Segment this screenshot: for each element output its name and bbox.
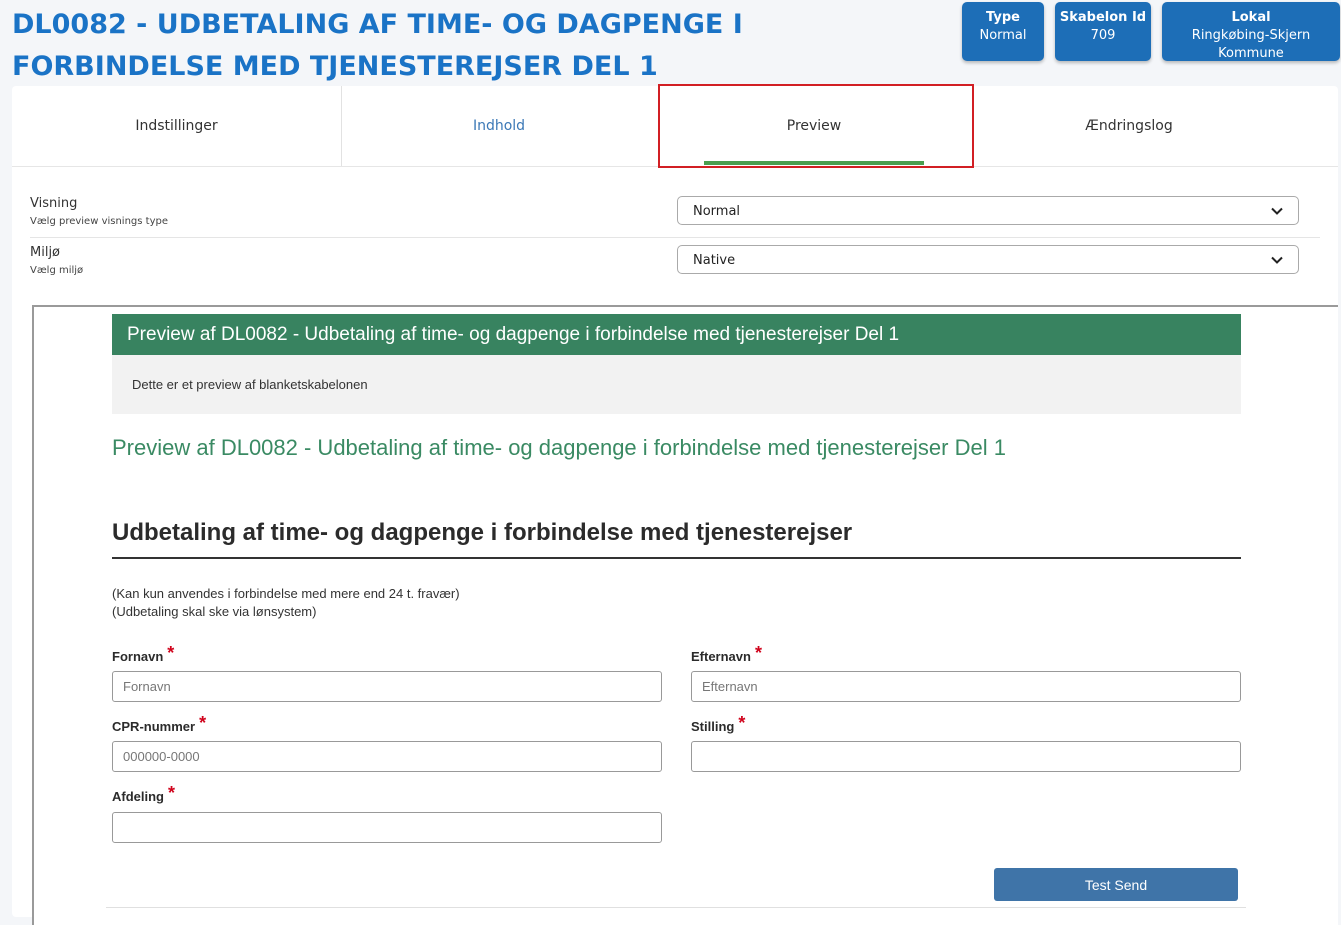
page-title: DL0082 - UDBETALING AF TIME- OG DAGPENGE… (12, 9, 743, 82)
required-marker: * (754, 643, 762, 663)
tab-indstillinger[interactable]: Indstillinger (12, 86, 341, 166)
visning-sublabel: Vælg preview visnings type (30, 216, 168, 227)
local-badge-label: Lokal (1231, 10, 1271, 25)
required-marker: * (199, 713, 207, 733)
miljo-select-value: Native (693, 253, 736, 268)
stilling-label: Stilling * (691, 713, 746, 736)
afdeling-label: Afdeling * (112, 783, 176, 806)
tab-aendringslog[interactable]: Ændringslog (972, 86, 1286, 166)
template-id-badge-label: Skabelon Id (1059, 10, 1147, 25)
afdeling-label-text: Afdeling (112, 789, 164, 804)
preview-subtitle: Preview af DL0082 - Udbetaling af time- … (112, 435, 1006, 460)
afdeling-input[interactable] (112, 812, 662, 843)
required-marker: * (167, 643, 175, 663)
form-bottom-divider (106, 907, 1246, 908)
cpr-label: CPR-nummer * (112, 713, 207, 736)
cpr-label-text: CPR-nummer (112, 719, 196, 734)
stilling-label-text: Stilling (691, 719, 735, 734)
info-line: (Kan kun anvendes i forbindelse med mere… (112, 586, 460, 601)
miljo-label: Miljø (30, 245, 61, 260)
visning-label: Visning (30, 196, 78, 211)
test-send-button[interactable]: Test Send (994, 868, 1238, 901)
miljo-select[interactable]: Native (677, 245, 1299, 274)
cpr-input[interactable] (112, 741, 662, 772)
fornavn-label-text: Fornavn (112, 649, 164, 664)
efternavn-label: Efternavn * (691, 643, 762, 666)
template-id-badge: Skabelon Id 709 (1055, 2, 1151, 61)
efternavn-input[interactable] (691, 671, 1241, 702)
type-badge-value: Normal (979, 28, 1027, 43)
preview-note: Dette er et preview af blanketskabelonen (112, 355, 1241, 414)
active-tab-highlight (658, 84, 974, 168)
fornavn-input[interactable] (112, 671, 662, 702)
info-line: (Udbetaling skal ske via lønsystem) (112, 604, 317, 619)
visning-select-value: Normal (693, 204, 741, 219)
required-marker: * (738, 713, 746, 733)
preview-header: Preview af DL0082 - Udbetaling af time- … (112, 314, 1241, 355)
type-badge-label: Type (986, 10, 1020, 25)
required-marker: * (168, 783, 176, 803)
main-card: Indstillinger Indhold Preview Ændringslo… (12, 84, 1338, 925)
efternavn-label-text: Efternavn (691, 649, 751, 664)
visning-select[interactable]: Normal (677, 196, 1299, 225)
miljo-sublabel: Vælg miljø (30, 265, 84, 276)
local-badge-value: Ringkøbing-Skjern Kommune (1191, 28, 1311, 61)
chevron-down-icon (1271, 256, 1283, 264)
tab-bar: Indstillinger Indhold Preview Ændringslo… (12, 84, 1338, 168)
template-id-badge-value: 709 (1090, 28, 1116, 43)
preview-frame: Preview af DL0082 - Udbetaling af time- … (32, 305, 1338, 925)
type-badge: Type Normal (962, 2, 1044, 61)
tab-indhold[interactable]: Indhold (342, 86, 656, 166)
chevron-down-icon (1271, 207, 1283, 215)
settings-divider (30, 237, 1320, 238)
local-badge: Lokal Ringkøbing-Skjern Kommune (1162, 2, 1340, 61)
form-title: Udbetaling af time- og dagpenge i forbin… (112, 519, 1241, 559)
stilling-input[interactable] (691, 741, 1241, 772)
fornavn-label: Fornavn * (112, 643, 175, 666)
